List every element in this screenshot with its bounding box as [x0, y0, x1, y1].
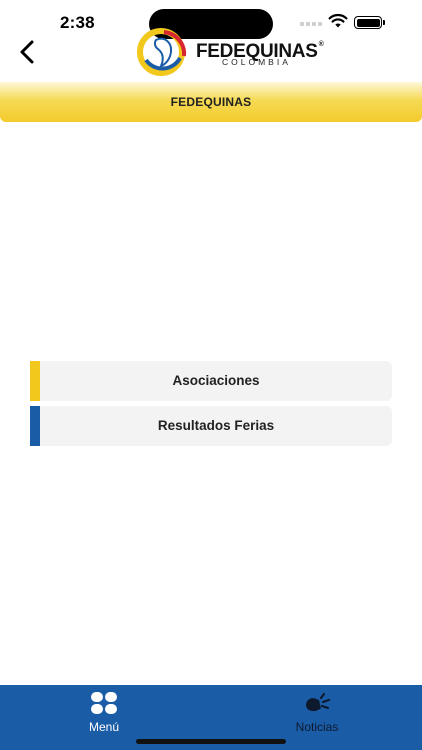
fedequinas-logo: FEDEQUINAS® COLOMBIA [134, 26, 324, 80]
title-bar: FEDEQUINAS [0, 82, 422, 122]
tab-menu-label: Menú [88, 720, 120, 734]
tab-noticias-label: Noticias [295, 720, 339, 734]
menu-item-accent [30, 361, 40, 401]
page-title: FEDEQUINAS [170, 95, 252, 109]
menu-item-label: Resultados Ferias [157, 418, 275, 433]
status-time: 2:38 [60, 13, 95, 32]
horse-head-logo-icon [137, 28, 187, 76]
menu-item-resultados-ferias[interactable]: Resultados Ferias [30, 406, 392, 446]
home-indicator [136, 739, 286, 744]
megaphone-icon [306, 692, 331, 712]
back-chevron-icon[interactable] [14, 38, 42, 66]
menu-item-asociaciones[interactable]: Asociaciones [30, 361, 392, 401]
wifi-icon [328, 13, 348, 28]
grid-icon [91, 692, 117, 714]
menu-item-accent [30, 406, 40, 446]
menu-list: Asociaciones Resultados Ferias [30, 361, 392, 451]
brand-subtitle: COLOMBIA [222, 57, 291, 67]
menu-item-label: Asociaciones [172, 373, 260, 388]
battery-icon [354, 16, 385, 29]
